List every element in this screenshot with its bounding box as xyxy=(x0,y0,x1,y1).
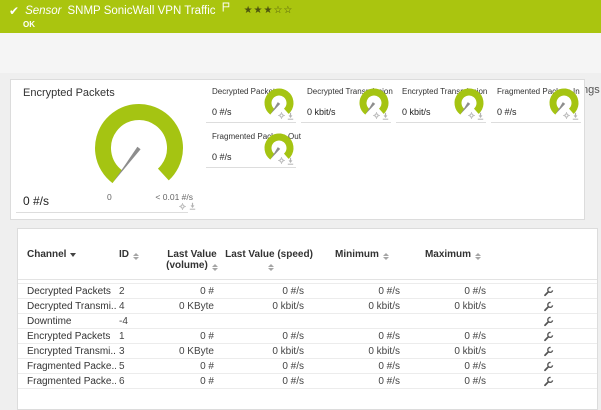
download-icon[interactable] xyxy=(287,157,294,165)
table-row[interactable]: Encrypted Packets 1 0 # 0 #/s 0 #/s 0 #/… xyxy=(18,329,597,344)
gear-icon[interactable] xyxy=(278,157,285,164)
gauge-actions xyxy=(278,112,294,120)
wrench-icon[interactable] xyxy=(543,361,554,372)
last-value-volume: 0 # xyxy=(200,376,214,387)
gauge-actions xyxy=(373,112,389,120)
wrench-icon[interactable] xyxy=(543,331,554,342)
download-icon[interactable] xyxy=(572,112,579,120)
gauge-value: 0 kbit/s xyxy=(307,107,336,117)
main-gauge-scale-min: 0 xyxy=(107,192,112,202)
table-row[interactable]: Downtime -4 xyxy=(18,314,597,329)
table-row[interactable]: Fragmented Packe... 6 0 # 0 #/s 0 #/s 0 … xyxy=(18,374,597,389)
download-icon[interactable] xyxy=(382,112,389,120)
sensor-header-line: ✔ Sensor SNMP SonicWall VPN Traffic ★★★☆… xyxy=(9,2,294,18)
gauge-actions xyxy=(563,112,579,120)
sort-both-icon xyxy=(475,253,482,260)
download-icon[interactable] xyxy=(477,112,484,120)
priority-stars[interactable]: ★★★☆☆ xyxy=(244,5,294,16)
object-kind-label: Sensor xyxy=(25,5,62,17)
wrench-icon[interactable] xyxy=(543,346,554,357)
page-title: SNMP SonicWall VPN Traffic xyxy=(67,5,216,17)
sensor-header-bar: ✔ Sensor SNMP SonicWall VPN Traffic ★★★☆… xyxy=(0,0,601,33)
gauge-actions xyxy=(278,157,294,165)
gauge-value: 0 #/s xyxy=(212,152,232,162)
gauge-cell-fragmented-packets-in: Fragmented Packets In 0 #/s xyxy=(491,85,581,123)
priority-stars-filled: ★★★ xyxy=(243,4,274,16)
main-gauge-actions xyxy=(179,202,196,210)
gauges-panel: Encrypted Packets 0 #/s 0 < 0.01 #/s Dec… xyxy=(10,79,585,220)
gear-icon[interactable] xyxy=(373,112,380,119)
sort-desc-icon xyxy=(70,253,77,257)
main-gauge-scale-max: < 0.01 #/s xyxy=(155,192,193,202)
gauge-cell-encrypted-transmission: Encrypted Transmission 0 kbit/s xyxy=(396,85,487,123)
table-row[interactable]: Fragmented Packe... 5 0 # 0 #/s 0 #/s 0 … xyxy=(18,359,597,374)
status-badge: OK xyxy=(23,20,35,29)
priority-stars-empty: ☆☆ xyxy=(273,4,294,16)
column-header-last-value-volume[interactable]: Last Value (volume) xyxy=(160,247,224,271)
column-header-minimum[interactable]: Minimum xyxy=(314,247,410,271)
minimum-value: 0 #/s xyxy=(378,376,400,387)
sort-both-icon xyxy=(211,264,218,271)
column-header-maximum[interactable]: Maximum xyxy=(410,247,496,271)
flag-icon[interactable] xyxy=(222,0,230,17)
wrench-icon[interactable] xyxy=(543,286,554,297)
gear-icon[interactable] xyxy=(563,112,570,119)
gauge-cell-decrypted-packets: Decrypted Packets 0 #/s xyxy=(206,85,296,123)
channel-table-panel: Channel ID Last Value (volume) Last Valu… xyxy=(17,228,598,410)
table-row[interactable]: Encrypted Transmi... 3 0 KByte 0 kbit/s … xyxy=(18,344,597,359)
prtg-sensor-page: ✔ Sensor SNMP SonicWall VPN Traffic ★★★☆… xyxy=(0,0,601,410)
channel-id: 6 xyxy=(119,376,125,387)
download-icon[interactable] xyxy=(287,112,294,120)
gear-icon[interactable] xyxy=(278,112,285,119)
column-header-id[interactable]: ID xyxy=(116,247,160,271)
table-row[interactable]: Decrypted Transmi... 4 0 KByte 0 kbit/s … xyxy=(18,299,597,314)
gear-icon[interactable] xyxy=(468,112,475,119)
download-icon[interactable] xyxy=(189,202,196,210)
table-row[interactable]: Decrypted Packets 2 0 # 0 #/s 0 #/s 0 #/… xyxy=(18,284,597,299)
gauge-cell-decrypted-transmission: Decrypted Transmission 0 kbit/s xyxy=(301,85,393,123)
divider xyxy=(18,279,597,280)
divider xyxy=(16,212,188,213)
wrench-icon[interactable] xyxy=(543,301,554,312)
gauge-actions xyxy=(468,112,484,120)
gauge-cell-fragmented-packets-out: Fragmented Packets Out 0 #/s xyxy=(206,130,301,168)
main-gauge xyxy=(95,104,183,192)
column-header-last-value-speed[interactable]: Last Value (speed) xyxy=(224,247,314,271)
table-rows: Decrypted Packets 2 0 # 0 #/s 0 #/s 0 #/… xyxy=(18,283,597,389)
last-value-speed: 0 #/s xyxy=(282,376,304,387)
sort-both-icon xyxy=(268,264,274,271)
gear-icon[interactable] xyxy=(179,203,186,210)
main-gauge-value: 0 #/s xyxy=(23,194,50,208)
gauge-value: 0 kbit/s xyxy=(402,107,431,117)
channel-name: Fragmented Packe... xyxy=(27,376,116,387)
column-header-channel[interactable]: Channel xyxy=(18,247,116,271)
tab-bar: Overview Live Data 2 days 30 days 365 da… xyxy=(0,33,601,102)
gauge-value: 0 #/s xyxy=(212,107,232,117)
gauge-value: 0 #/s xyxy=(497,107,517,117)
wrench-icon[interactable] xyxy=(543,376,554,387)
sort-both-icon xyxy=(382,253,389,260)
sort-both-icon xyxy=(133,253,139,260)
maximum-value: 0 #/s xyxy=(464,376,486,387)
table-header-row: Channel ID Last Value (volume) Last Valu… xyxy=(18,247,597,271)
status-ok-check-icon: ✔ xyxy=(9,4,20,18)
wrench-icon[interactable] xyxy=(543,316,554,327)
